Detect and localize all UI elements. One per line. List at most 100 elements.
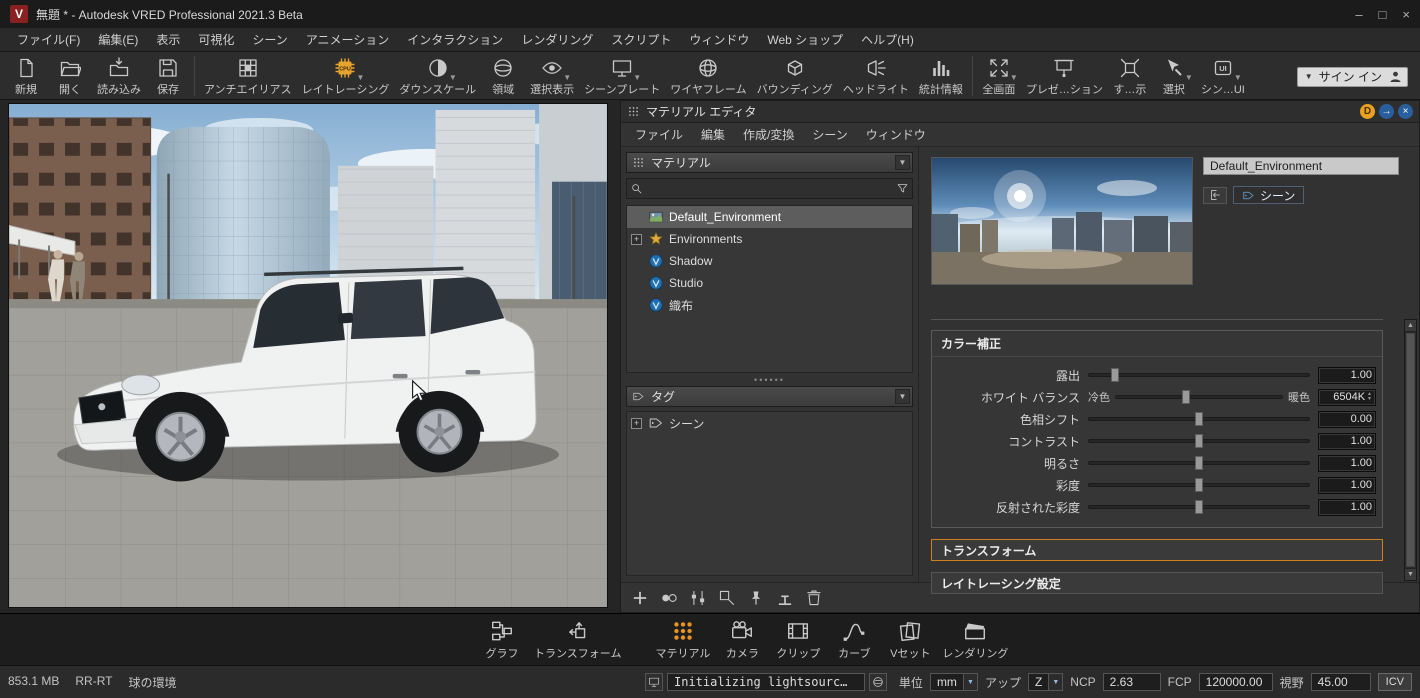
module-transform[interactable]: トランスフォーム — [534, 619, 621, 661]
toolbar-stats[interactable]: 統計情報 — [914, 54, 968, 98]
menu-window[interactable]: ウィンドウ — [680, 28, 758, 51]
material-item[interactable]: 織布 — [627, 294, 912, 316]
slider-track[interactable] — [1088, 483, 1310, 487]
menu-web-shop[interactable]: Web ショップ — [758, 28, 852, 51]
toolbar-wireframe[interactable]: ワイヤフレーム — [665, 54, 751, 98]
dropdown-arrow-icon[interactable]: ▼ — [1185, 73, 1193, 82]
toolbar-region[interactable]: 領域 — [481, 54, 525, 98]
fcp-field[interactable]: 120000.00 — [1199, 673, 1273, 691]
tool-add-button[interactable] — [631, 589, 649, 607]
undock-button[interactable]: → — [1379, 104, 1394, 119]
value-field[interactable]: 1.00 — [1318, 433, 1376, 450]
back-button[interactable] — [1203, 187, 1227, 204]
toolbar-antialias[interactable]: アンチエイリアス — [199, 54, 297, 98]
dropdown-arrow-icon[interactable]: ▼ — [357, 73, 365, 82]
dropdown-arrow-icon[interactable]: ▼ — [449, 73, 457, 82]
value-field[interactable]: 0.00 — [1318, 411, 1376, 428]
dropdown-arrow-icon[interactable]: ▼ — [633, 73, 641, 82]
maximize-button[interactable]: □ — [1379, 7, 1387, 22]
toolbar-show-all[interactable]: す…示 — [1108, 54, 1152, 98]
section-transform[interactable]: トランスフォーム — [931, 539, 1383, 561]
toolbar-import[interactable]: 読み込み — [92, 54, 146, 98]
slider-handle[interactable] — [1182, 390, 1190, 404]
toolbar-save[interactable]: 保存 — [146, 54, 190, 98]
unit-select[interactable]: mm ▼ — [930, 673, 978, 691]
toolbar-raytracing[interactable]: CPU▼ レイトレーシング — [297, 54, 395, 98]
module-rendering[interactable]: レンダリング — [942, 619, 1008, 661]
minimize-button[interactable]: – — [1355, 7, 1362, 22]
material-item[interactable]: Shadow — [627, 250, 912, 272]
value-field[interactable]: 1.00 — [1318, 499, 1376, 516]
section-raytracing[interactable]: レイトレーシング設定 — [931, 572, 1383, 594]
me-menu-scene[interactable]: シーン — [804, 123, 855, 146]
material-type-combo[interactable]: マテリアル ▼ — [626, 152, 913, 173]
search-input[interactable] — [647, 179, 892, 198]
menu-scene[interactable]: シーン — [243, 28, 296, 51]
value-field[interactable]: 6504K▲▼ — [1318, 389, 1376, 406]
color-correction-title[interactable]: カラー補正 — [932, 331, 1382, 357]
panel-close-button[interactable]: × — [1398, 104, 1413, 119]
me-menu-window[interactable]: ウィンドウ — [858, 123, 934, 146]
slider-handle[interactable] — [1195, 500, 1203, 514]
scroll-up-icon[interactable]: ▲ — [1405, 320, 1416, 332]
expander-icon[interactable]: + — [631, 418, 642, 429]
slider-track[interactable] — [1088, 461, 1310, 465]
tool-sliders-button[interactable] — [689, 589, 707, 607]
module-camera[interactable]: カメラ — [718, 619, 766, 661]
toolbar-fullscreen[interactable]: ▼ 全画面 — [977, 54, 1021, 98]
value-field[interactable]: 1.00 — [1318, 367, 1376, 384]
menu-script[interactable]: スクリプト — [602, 28, 680, 51]
tool-delete-button[interactable] — [805, 589, 823, 607]
3d-viewport[interactable] — [8, 103, 608, 608]
tool-duplicate-spheres-button[interactable] — [660, 589, 678, 607]
menu-help[interactable]: ヘルプ(H) — [852, 28, 923, 51]
value-field[interactable]: 1.00 — [1318, 477, 1376, 494]
menu-interaction[interactable]: インタラクション — [398, 28, 512, 51]
menu-view[interactable]: 表示 — [147, 28, 189, 51]
toolbar-select[interactable]: ▼ 選択 — [1152, 54, 1196, 98]
progress-icon-button[interactable] — [645, 673, 663, 691]
slider-track[interactable] — [1115, 395, 1283, 399]
menu-edit[interactable]: 編集(E) — [89, 28, 147, 51]
menu-visualization[interactable]: 可視化 — [189, 28, 243, 51]
expander-icon[interactable]: + — [631, 234, 642, 245]
toolbar-open[interactable]: 開く — [48, 54, 92, 98]
module-vset[interactable]: Vセット — [886, 619, 934, 661]
material-item[interactable]: Default_Environment — [627, 206, 912, 228]
slider-handle[interactable] — [1195, 456, 1203, 470]
tag-item[interactable]: + シーン — [627, 412, 912, 434]
dropdown-arrow-icon[interactable]: ▼ — [1010, 73, 1018, 82]
menu-animation[interactable]: アニメーション — [297, 28, 399, 51]
slider-handle[interactable] — [1195, 434, 1203, 448]
menu-file[interactable]: ファイル(F) — [8, 28, 89, 51]
module-curve[interactable]: カーブ — [830, 619, 878, 661]
scrollbar[interactable]: ▲ ▼ — [1404, 319, 1417, 581]
slider-track[interactable] — [1088, 439, 1310, 443]
toolbar-new[interactable]: 新規 — [4, 54, 48, 98]
toolbar-presentation[interactable]: プレゼ…ション — [1021, 54, 1108, 98]
slider-track[interactable] — [1088, 505, 1310, 509]
environment-preview[interactable] — [931, 157, 1193, 285]
docked-badge[interactable]: D — [1360, 104, 1375, 119]
toolbar-sceneplate[interactable]: ▼ シーンプレート — [579, 54, 665, 98]
icv-button[interactable]: ICV — [1378, 673, 1412, 691]
toolbar-show-selection[interactable]: ▼ 選択表示 — [525, 54, 579, 98]
me-menu-file[interactable]: ファイル — [627, 123, 691, 146]
scroll-down-icon[interactable]: ▼ — [1405, 568, 1416, 580]
me-menu-create-convert[interactable]: 作成/変換 — [735, 123, 802, 146]
module-clip[interactable]: クリップ — [774, 619, 822, 661]
dropdown-arrow-icon[interactable]: ▼ — [1234, 73, 1242, 82]
fov-field[interactable]: 45.00 — [1311, 673, 1371, 691]
slider-handle[interactable] — [1195, 412, 1203, 426]
slider-track[interactable] — [1088, 373, 1310, 377]
material-item[interactable]: + Environments — [627, 228, 912, 250]
stepper-buttons[interactable]: ▲▼ — [1367, 392, 1372, 402]
tool-find-material-button[interactable] — [718, 589, 736, 607]
module-graph[interactable]: グラフ — [478, 619, 526, 661]
material-editor-header[interactable]: マテリアル エディタ D → × — [621, 101, 1419, 123]
value-field[interactable]: 1.00 — [1318, 455, 1376, 472]
ncp-field[interactable]: 2.63 — [1103, 673, 1161, 691]
progress-options-button[interactable] — [869, 673, 887, 691]
toolbar-downscale[interactable]: ▼ ダウンスケール — [394, 54, 481, 98]
tag-combo[interactable]: タグ ▼ — [626, 386, 913, 407]
